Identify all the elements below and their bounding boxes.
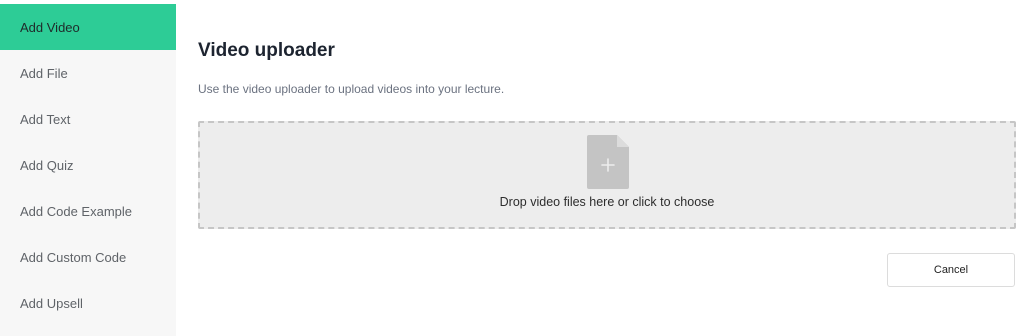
sidebar-item-add-upsell[interactable]: Add Upsell	[0, 280, 176, 326]
sidebar-item-add-file[interactable]: Add File	[0, 50, 176, 96]
app-root: Add Video Add File Add Text Add Quiz Add…	[0, 0, 1024, 336]
sidebar-item-add-video[interactable]: Add Video	[0, 4, 176, 50]
page-title: Video uploader	[198, 40, 335, 61]
sidebar-item-label: Add Upsell	[20, 295, 83, 311]
sidebar-item-add-code-example[interactable]: Add Code Example	[0, 188, 176, 234]
sidebar-item-label: Add File	[20, 65, 68, 81]
sidebar: Add Video Add File Add Text Add Quiz Add…	[0, 4, 176, 336]
sidebar-item-add-custom-code[interactable]: Add Custom Code	[0, 234, 176, 280]
page-description: Use the video uploader to upload videos …	[198, 82, 505, 96]
sidebar-item-label: Add Code Example	[20, 203, 133, 219]
sidebar-item-label: Add Video	[20, 19, 80, 35]
sidebar-item-add-quiz[interactable]: Add Quiz	[0, 142, 176, 188]
main-panel: Video uploader Use the video uploader to…	[198, 0, 1018, 336]
dropzone-text: Drop video files here or click to choose	[499, 195, 715, 209]
sidebar-item-label: Add Quiz	[20, 157, 74, 173]
video-dropzone[interactable]: Drop video files here or click to choose	[198, 121, 1016, 229]
sidebar-item-label: Add Custom Code	[20, 249, 127, 265]
sidebar-item-add-text[interactable]: Add Text	[0, 96, 176, 142]
file-add-icon	[587, 135, 631, 189]
cancel-button[interactable]: Cancel	[887, 253, 1015, 287]
sidebar-item-label: Add Text	[20, 111, 71, 127]
